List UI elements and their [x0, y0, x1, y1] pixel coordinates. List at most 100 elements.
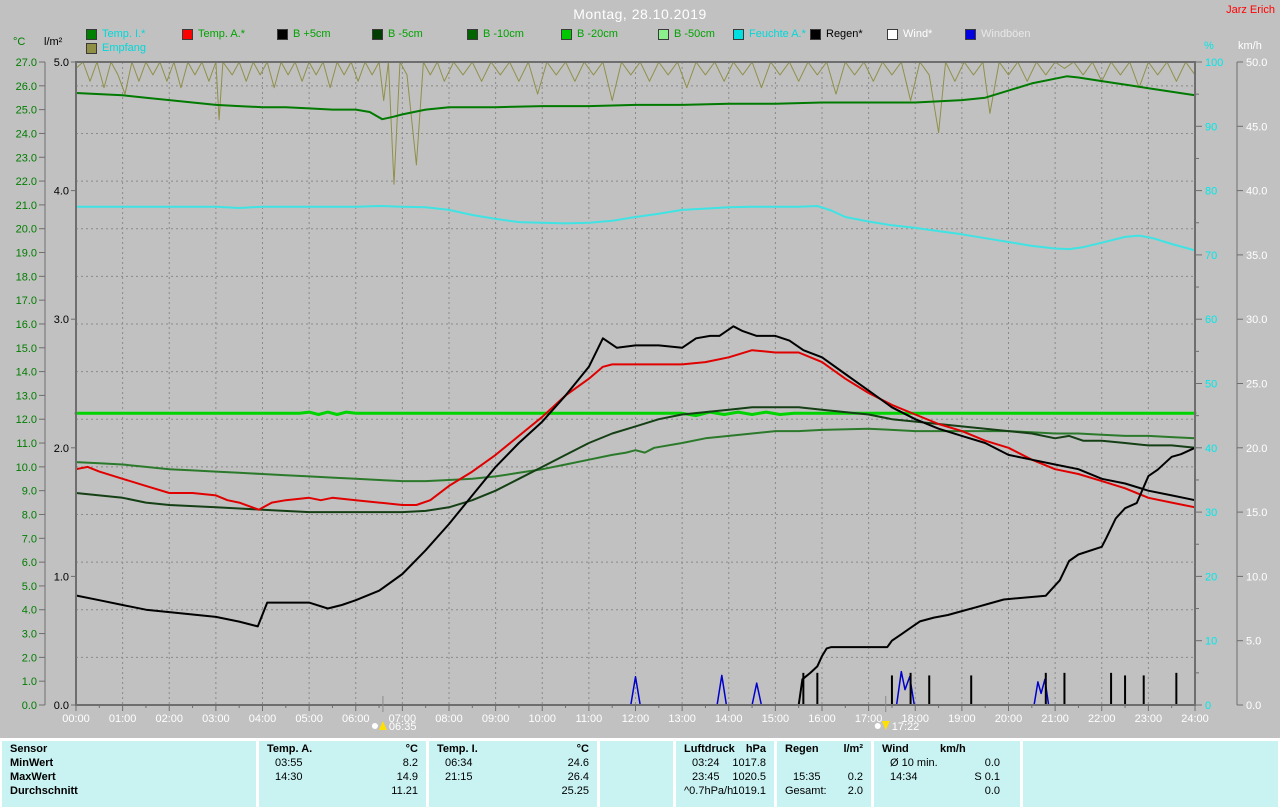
hour-label: 23:00 — [1135, 713, 1163, 725]
row-label-maxwert: MaxWert — [10, 771, 56, 784]
lm2-tick-label: 3.0 — [54, 314, 69, 326]
col-unit: hPa — [746, 743, 766, 756]
temp-tick-label: 11.0 — [16, 438, 37, 450]
hour-label: 03:00 — [202, 713, 230, 725]
col-unit: °C — [577, 743, 589, 756]
pct-tick-label: 30 — [1205, 507, 1217, 519]
hour-label: 21:00 — [1041, 713, 1069, 725]
series-b-20cm-line — [76, 412, 1195, 416]
kmh-tick-label: 10.0 — [1246, 571, 1267, 583]
col-header-regen: Regen — [785, 743, 819, 756]
pct-tick-label: 70 — [1205, 250, 1217, 262]
cell-value: S 0.1 — [974, 771, 1000, 784]
temp-tick-label: 25.0 — [16, 105, 37, 117]
sunrise-time: 06:35 — [389, 721, 417, 733]
temp-tick-label: 23.0 — [16, 152, 37, 164]
kmh-tick-label: 45.0 — [1246, 121, 1267, 133]
cell-value: 8.2 — [403, 757, 418, 770]
hour-label: 12:00 — [622, 713, 650, 725]
temp-tick-label: 0.0 — [22, 700, 37, 712]
hour-label: 16:00 — [808, 713, 836, 725]
lm2-tick-label: 5.0 — [54, 57, 69, 69]
hour-label: 14:00 — [715, 713, 743, 725]
pct-tick-label: 100 — [1205, 57, 1223, 69]
table-section-regen: Regenl/m²15:350.2Gesamt:2.0 — [777, 741, 871, 807]
kmh-tick-label: 25.0 — [1246, 379, 1267, 391]
cell-value: 24.6 — [568, 757, 589, 770]
kmh-tick-label: 40.0 — [1246, 186, 1267, 198]
cell-value: 1017.8 — [732, 757, 766, 770]
pct-tick-label: 20 — [1205, 571, 1217, 583]
cell-time: 14:30 — [275, 771, 303, 784]
pct-tick-label: 50 — [1205, 379, 1217, 391]
hour-label: 04:00 — [249, 713, 277, 725]
sunset-time: 17:22 — [892, 721, 920, 733]
hour-label: 19:00 — [948, 713, 976, 725]
temp-tick-label: 20.0 — [16, 224, 37, 236]
cell-time: Gesamt: — [785, 785, 827, 798]
col-header-luftdruck: Luftdruck — [684, 743, 735, 756]
temp-tick-label: 18.0 — [16, 271, 37, 283]
table-section-empty — [1023, 741, 1278, 807]
cell-time: 15:35 — [793, 771, 821, 784]
pct-tick-label: 10 — [1205, 636, 1217, 648]
pct-tick-label: 40 — [1205, 443, 1217, 455]
lm2-tick-label: 1.0 — [54, 571, 69, 583]
sunrise-icon — [372, 721, 387, 730]
temp-tick-label: 13.0 — [16, 390, 37, 402]
series-temp-a-line — [76, 350, 1195, 510]
lm2-tick-label: 0.0 — [54, 700, 69, 712]
kmh-tick-label: 50.0 — [1246, 57, 1267, 69]
hour-label: 01:00 — [109, 713, 137, 725]
pct-tick-label: 80 — [1205, 186, 1217, 198]
table-section-empty — [600, 741, 673, 807]
weather-app-window: Montag, 28.10.2019 Jarz Erich °C l/m² % … — [0, 0, 1280, 810]
row-label-minwert: MinWert — [10, 757, 53, 770]
hour-label: 08:00 — [435, 713, 463, 725]
kmh-tick-label: 20.0 — [1246, 443, 1267, 455]
kmh-tick-label: 35.0 — [1246, 250, 1267, 262]
temp-tick-label: 1.0 — [22, 676, 37, 688]
temp-tick-label: 10.0 — [16, 462, 37, 474]
kmh-tick-label: 30.0 — [1246, 314, 1267, 326]
hour-label: 11:00 — [576, 713, 603, 725]
hour-label: 02:00 — [155, 713, 183, 725]
temp-tick-label: 22.0 — [16, 176, 37, 188]
series-regen-summe-line — [76, 448, 1195, 705]
temp-tick-label: 8.0 — [22, 509, 37, 521]
cell-value: 1019.1 — [732, 785, 766, 798]
pct-tick-label: 90 — [1205, 121, 1217, 133]
kmh-tick-label: 15.0 — [1246, 507, 1267, 519]
temp-tick-label: 2.0 — [22, 652, 37, 664]
cell-value: 14.9 — [397, 771, 418, 784]
cell-value: 0.0 — [985, 757, 1000, 770]
table-section-row-labels: SensorMinWertMaxWertDurchschnitt — [2, 741, 256, 807]
hour-label: 10:00 — [528, 713, 556, 725]
cell-time: 03:55 — [275, 757, 303, 770]
lm2-tick-label: 4.0 — [54, 186, 69, 198]
hour-label: 20:00 — [995, 713, 1023, 725]
hour-label: 24:00 — [1181, 713, 1209, 725]
cell-time: ^0.7hPa/h — [684, 785, 733, 798]
cell-value: 0.2 — [848, 771, 863, 784]
hour-label: 13:00 — [668, 713, 696, 725]
cell-time: 03:24 — [692, 757, 720, 770]
temp-tick-label: 26.0 — [16, 81, 37, 93]
hour-label: 06:00 — [342, 713, 370, 725]
temp-tick-label: 27.0 — [16, 57, 37, 69]
temp-tick-label: 15.0 — [16, 343, 37, 355]
hour-label: 22:00 — [1088, 713, 1116, 725]
chart-canvas: 27.026.025.024.023.022.021.020.019.018.0… — [0, 0, 1280, 738]
kmh-tick-label: 5.0 — [1246, 636, 1261, 648]
cell-value: 1020.5 — [732, 771, 766, 784]
row-label-sensor: Sensor — [10, 743, 47, 756]
temp-tick-label: 5.0 — [22, 581, 37, 593]
temp-tick-label: 6.0 — [22, 557, 37, 569]
temp-tick-label: 19.0 — [16, 248, 37, 260]
hour-label: 00:00 — [62, 713, 90, 725]
summary-table: SensorMinWertMaxWertDurchschnittTemp. A.… — [0, 738, 1280, 810]
col-unit: °C — [406, 743, 418, 756]
cell-value: 2.0 — [848, 785, 863, 798]
col-unit: km/h — [940, 743, 966, 756]
temp-tick-label: 21.0 — [16, 200, 37, 212]
